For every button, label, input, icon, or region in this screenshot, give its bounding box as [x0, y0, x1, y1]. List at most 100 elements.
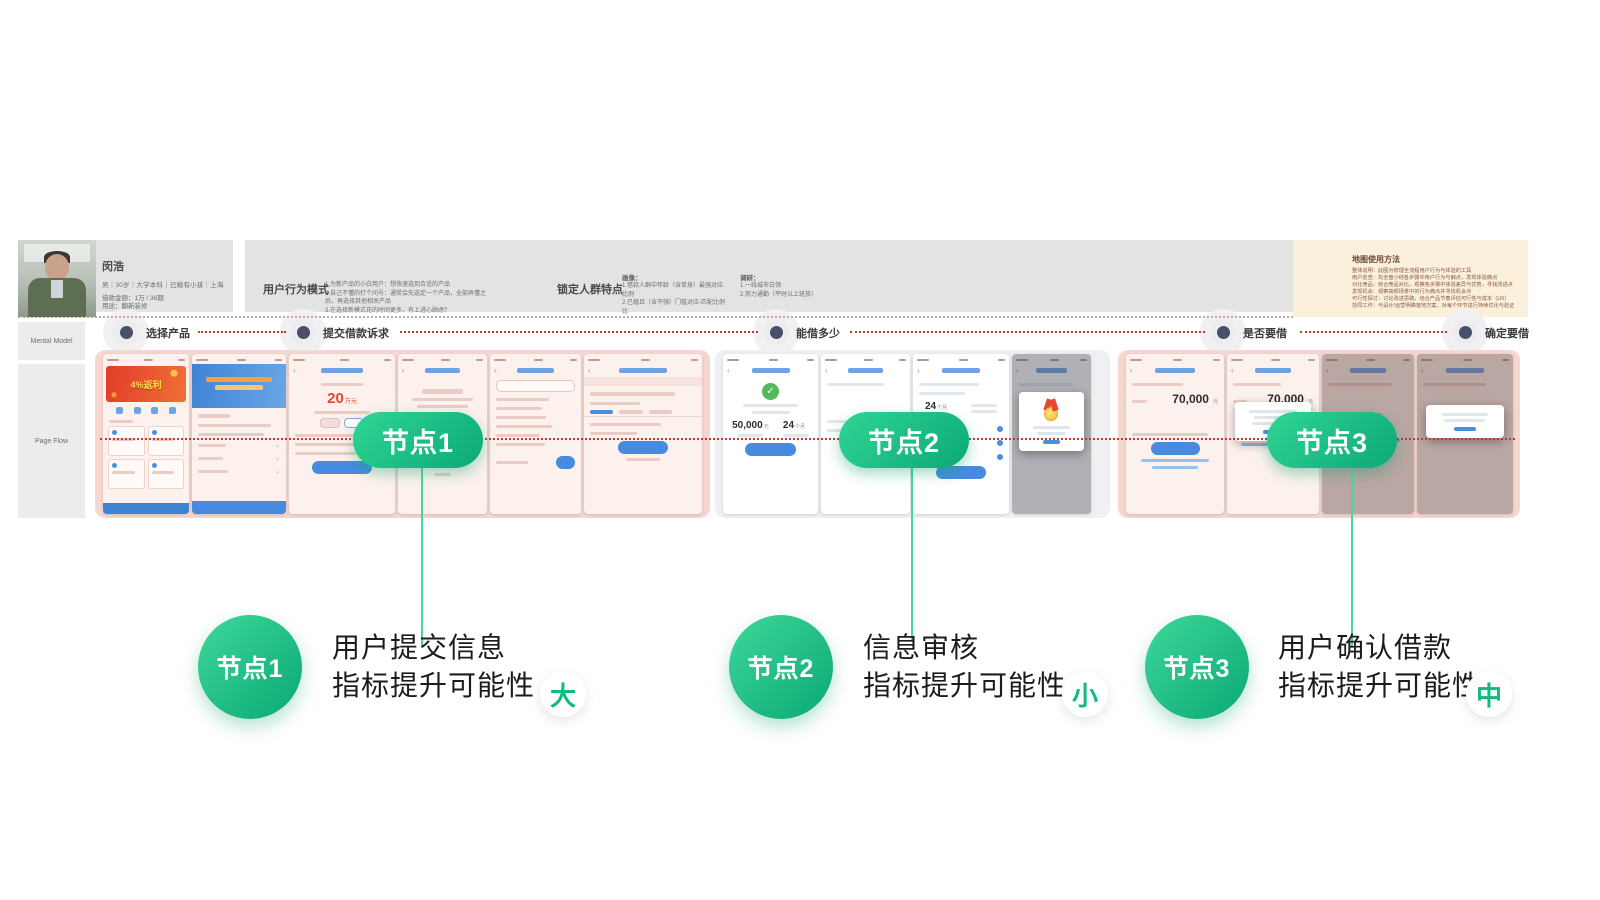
journey-map-canvas: 闵浩 男｜30岁｜大学本科｜已婚有小孩｜上海 借款金额：1万 / 36期 用途：…: [0, 0, 1600, 900]
phone-header: ‹: [289, 364, 395, 377]
node-badge-1: 节点1: [353, 412, 483, 468]
level-badge-3: 中: [1466, 671, 1512, 717]
timeline-dotted-segment: [850, 331, 1205, 333]
stage-label-4: 是否要借: [1243, 325, 1287, 341]
notice-bar: [584, 377, 702, 386]
phone-mockup-promo: 4%返利: [103, 354, 189, 514]
timeline-dotted-segment: [1300, 331, 1447, 333]
phone-status-bar: [584, 354, 702, 364]
phone-status-bar: [1012, 354, 1091, 364]
medal-icon: [1041, 399, 1061, 423]
modal-confirm-button: [1454, 427, 1475, 431]
phone-status-bar: [1126, 354, 1224, 364]
stage-label-5: 确定要借: [1485, 325, 1529, 341]
stage-label-1: 选择产品: [146, 325, 190, 341]
behavior-title: 用户行为模式: [263, 281, 329, 297]
success-check-icon: ✓: [762, 383, 779, 400]
phone-status-bar: [1322, 354, 1414, 364]
phone-status-bar: [1417, 354, 1513, 364]
note-lines: 整体说明：此图为梳理全流程用户行为与体验的工具 用户走查：先全盘小结各步骤中用户…: [1352, 268, 1520, 310]
phone-primary-button: [745, 443, 796, 456]
stage-label-3: 能借多少: [796, 325, 840, 341]
phone-header: ‹: [584, 364, 702, 377]
phone-tabbar: [103, 503, 189, 514]
annotation-text-2: 信息审核 指标提升可能性: [863, 629, 1066, 705]
phone-status-bar: [490, 354, 581, 364]
phone-bottom-button: [192, 501, 286, 514]
persona-meta: 男｜30岁｜大学本科｜已婚有小孩｜上海: [102, 279, 224, 289]
annotation-text-1: 用户提交信息 指标提升可能性: [332, 629, 535, 705]
timeline-node-2: [290, 319, 316, 345]
timeline-node-4: [1210, 319, 1236, 345]
sidebar-page-flow: Page Flow: [18, 364, 85, 518]
segment-title: 锁定人群特点: [557, 281, 623, 297]
timeline-node-3: [763, 319, 789, 345]
node-badge-3: 节点3: [1267, 412, 1397, 468]
annotation-circle-3: 节点3: [1145, 615, 1249, 719]
phone-primary-button: [1151, 442, 1200, 455]
annotation-text-3: 用户确认借款 指标提升可能性: [1278, 629, 1481, 705]
phone-header: ‹: [1417, 364, 1513, 377]
phone-header: ‹: [1126, 364, 1224, 377]
phone-status-bar: [913, 354, 1009, 364]
segment-col1-lines: 1.借款人群中年龄（含单身）最强对应比例 2.已婚且（含不强）门槛对应-匹配比例…: [622, 282, 727, 316]
phone-header: ‹: [1227, 364, 1319, 377]
reward-modal: [1019, 392, 1084, 451]
product-hero-banner: [192, 364, 286, 408]
segment-col2-title: 调研：: [740, 272, 760, 282]
phone-primary-button: [936, 466, 986, 479]
timeline-node-5: [1452, 319, 1478, 345]
confirm-modal: [1426, 405, 1505, 438]
phone-header: ‹: [723, 364, 818, 377]
banner-divider: [233, 240, 245, 312]
phone-header: ‹: [1012, 364, 1091, 377]
modal-action-link: [1043, 440, 1060, 444]
phone-mockup-formlist: ‹: [490, 354, 581, 514]
app-icon-row: [103, 404, 189, 414]
annotation-circle-2: 节点2: [729, 615, 833, 719]
persona-photo: [18, 240, 96, 317]
loan-limit-amount: 20万元: [289, 390, 395, 407]
sidebar-mental-model: Mental Model: [18, 322, 85, 360]
phone-header: ‹: [1322, 364, 1414, 377]
persona-purpose: 用途：翻新装修: [102, 300, 148, 310]
behavior-lines: 1.为新产品的小白用户：想快速选到合适的产品 2.自己不懂的打个问号：通常会先选…: [325, 281, 497, 315]
promo-banner: 4%返利: [106, 366, 186, 402]
phone-status-bar: [289, 354, 395, 364]
phone-primary-button: [312, 461, 371, 474]
level-badge-2: 小: [1062, 671, 1108, 717]
banner-bottom-dotted-line: [18, 316, 1293, 318]
timeline-node-1: [113, 319, 139, 345]
note-title: 地图使用方法: [1352, 254, 1400, 265]
loanable-figures: 50,000元24个月: [725, 420, 816, 437]
tab-row: [584, 405, 702, 417]
annotation-circle-1: 节点1: [198, 615, 302, 719]
segment-col1-title: 画像：: [622, 272, 642, 282]
confirm-amount: 70,000元: [1126, 392, 1224, 406]
connector-node-2: [911, 466, 913, 640]
segment-col2-lines: 1.一线城市白领 2.努力通勤（平时以上班族）: [740, 282, 830, 299]
phone-header: ‹: [913, 364, 1009, 377]
phone-status-bar: [192, 354, 286, 364]
timeline-dotted-segment: [198, 331, 286, 333]
level-badge-1: 大: [540, 671, 586, 717]
phone-status-bar: [723, 354, 818, 364]
phone-header: ‹: [398, 364, 487, 377]
phone-status-bar: [398, 354, 487, 364]
product-card-grid: [103, 423, 189, 492]
phone-mockup-verifymodal: ‹: [1417, 354, 1513, 514]
node-badge-2: 节点2: [839, 412, 969, 468]
stage-label-2: 提交借款诉求: [323, 325, 389, 341]
phone-status-bar: [1227, 354, 1319, 364]
phone-header: ‹: [490, 364, 581, 377]
phone-status-bar: [103, 354, 189, 364]
phone-primary-button: [618, 441, 668, 454]
phone-mockup-tabs: ‹: [584, 354, 702, 514]
phone-status-bar: [821, 354, 910, 364]
timeline-dotted-segment: [400, 331, 758, 333]
phone-mockup-medalmodal: ‹: [1012, 354, 1091, 514]
connector-node-3: [1351, 470, 1353, 648]
phone-mockup-bluehead: ⌄⌄⌄: [192, 354, 286, 514]
phone-header: ‹: [821, 364, 910, 377]
search-field: [496, 380, 574, 392]
